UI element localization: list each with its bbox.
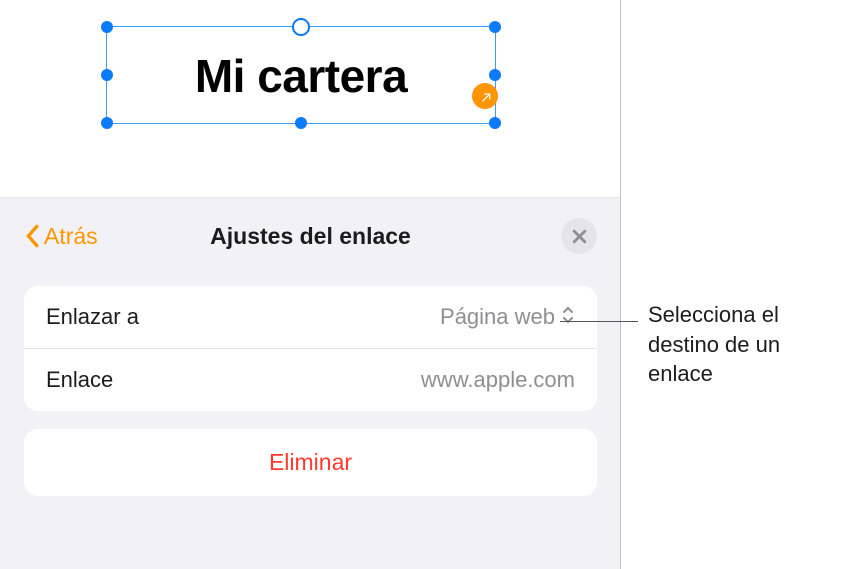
link-url-row[interactable]: Enlace www.apple.com — [24, 349, 597, 411]
link-to-row[interactable]: Enlazar a Página web — [24, 286, 597, 349]
resize-handle-top-right[interactable] — [489, 21, 501, 33]
selected-text-box[interactable]: Mi cartera — [106, 26, 496, 124]
back-label: Atrás — [44, 223, 98, 250]
link-to-value: Página web — [440, 304, 555, 330]
delete-button[interactable]: Eliminar — [24, 429, 597, 496]
resize-handle-middle-right[interactable] — [489, 69, 501, 81]
link-url-placeholder: www.apple.com — [421, 367, 575, 393]
text-box-content: Mi cartera — [107, 27, 495, 125]
link-url-label: Enlace — [46, 367, 113, 393]
link-to-value-wrap: Página web — [440, 304, 575, 330]
close-button[interactable] — [561, 218, 597, 254]
resize-handle-bottom-left[interactable] — [101, 117, 113, 129]
callout-line — [560, 321, 638, 322]
resize-handle-bottom-right[interactable] — [489, 117, 501, 129]
resize-handle-top-left[interactable] — [101, 21, 113, 33]
updown-chevron-icon — [561, 305, 575, 330]
link-form-group: Enlazar a Página web Enlace www.apple.co… — [24, 286, 597, 411]
canvas-area: Mi cartera — [0, 0, 621, 195]
close-icon — [572, 229, 587, 244]
delete-group: Eliminar — [24, 429, 597, 496]
resize-handle-bottom-middle[interactable] — [295, 117, 307, 129]
vertical-divider — [620, 0, 621, 569]
link-settings-panel: Atrás Ajustes del enlace Enlazar a Págin… — [0, 197, 621, 569]
link-to-label: Enlazar a — [46, 304, 139, 330]
chevron-left-icon — [24, 224, 40, 248]
link-badge-icon — [472, 83, 498, 109]
rotate-handle[interactable] — [292, 18, 310, 36]
back-button[interactable]: Atrás — [24, 223, 98, 250]
panel-header: Atrás Ajustes del enlace — [0, 198, 621, 274]
panel-title: Ajustes del enlace — [210, 223, 411, 250]
callout-text: Selecciona el destino de un enlace — [648, 300, 828, 389]
resize-handle-middle-left[interactable] — [101, 69, 113, 81]
